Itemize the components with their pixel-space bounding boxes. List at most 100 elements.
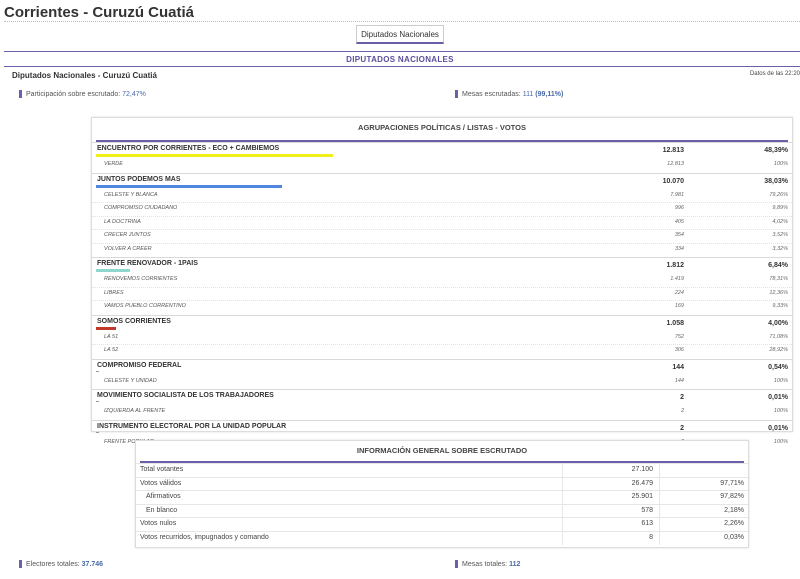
column-divider bbox=[659, 477, 660, 491]
total-tables-value: 112 bbox=[509, 560, 521, 568]
list-row: CRECER JUNTOS 354 3,52% bbox=[92, 229, 792, 243]
info-value: 26.479 bbox=[631, 479, 653, 487]
section-divider-bottom bbox=[4, 66, 800, 67]
results-panel: AGRUPACIONES POLÍTICAS / LISTAS - VOTOS … bbox=[91, 117, 793, 445]
list-percent: 3,32% bbox=[772, 245, 788, 252]
list-votes: 752 bbox=[674, 333, 684, 340]
list-row: CELESTE Y UNIDAD 144 100% bbox=[92, 375, 792, 389]
party-votes: 1.058 bbox=[666, 319, 684, 327]
party-percent: 0,01% bbox=[768, 424, 788, 432]
tables-counted-label: Mesas escrutadas: bbox=[462, 90, 521, 98]
row-separator bbox=[92, 242, 792, 244]
info-label: Votos válidos bbox=[140, 479, 182, 487]
party-votes: 144 bbox=[672, 363, 684, 371]
party-votes: 2 bbox=[680, 424, 684, 432]
list-row: LA 52 306 28,92% bbox=[92, 344, 792, 358]
info-value: 578 bbox=[641, 506, 653, 514]
party-percent: 0,01% bbox=[768, 394, 788, 401]
list-percent: 100% bbox=[773, 408, 788, 414]
column-divider bbox=[659, 491, 660, 504]
party-name: FRENTE RENOVADOR - 1PAIS bbox=[97, 260, 198, 267]
list-row: LA 51 752 71,08% bbox=[92, 331, 792, 345]
list-row: RENOVEMOS CORRIENTES 1.419 78,31% bbox=[92, 273, 792, 287]
list-votes: 354 bbox=[674, 232, 684, 238]
party-name: SOMOS CORRIENTES bbox=[97, 317, 171, 325]
party-name: MOVIMIENTO SOCIALISTA DE LOS TRABAJADORE… bbox=[97, 392, 274, 399]
party-name: JUNTOS PODEMOS MAS bbox=[97, 175, 181, 183]
party-share-bar bbox=[96, 370, 99, 372]
section-title: DIPUTADOS NACIONALES bbox=[346, 55, 454, 64]
column-divider bbox=[659, 518, 660, 531]
list-percent: 28,92% bbox=[769, 347, 788, 353]
stat-marker-icon bbox=[19, 560, 22, 568]
section-divider-top bbox=[4, 51, 800, 52]
info-row: Total votantes 27.100 bbox=[136, 463, 748, 477]
list-name: COMPROMISO CIUDADANO bbox=[104, 205, 178, 211]
list-votes: 7.981 bbox=[670, 191, 684, 198]
column-divider bbox=[659, 464, 660, 477]
party-share-bar bbox=[96, 184, 282, 188]
list-row: LA DOCTRINA 405 4,02% bbox=[92, 215, 792, 230]
total-tables-stat: Mesas totales: 112 bbox=[455, 560, 520, 568]
participation-stat: Participación sobre escrutado: 72,47% bbox=[19, 90, 146, 98]
list-percent: 78,31% bbox=[769, 276, 788, 282]
info-value: 613 bbox=[641, 520, 653, 527]
list-percent: 4,02% bbox=[772, 218, 788, 225]
list-percent: 100% bbox=[773, 161, 788, 167]
column-divider bbox=[562, 504, 563, 518]
list-name: CELESTE Y UNIDAD bbox=[104, 377, 157, 384]
total-electors-stat: Electores totales: 37.746 bbox=[19, 560, 103, 568]
list-percent: 100% bbox=[773, 438, 788, 445]
info-row: Votos válidos 26.479 97,71% bbox=[136, 476, 748, 491]
party-percent: 4,00% bbox=[768, 319, 788, 327]
list-name: LA 52 bbox=[104, 347, 119, 353]
party-percent: 0,54% bbox=[768, 363, 788, 371]
list-name: VOLVER A CREER bbox=[104, 245, 152, 252]
tab-diputados-nacionales[interactable]: Diputados Nacionales bbox=[356, 25, 444, 44]
list-percent: 79,26% bbox=[769, 191, 788, 198]
party-percent: 48,39% bbox=[764, 147, 788, 154]
list-row: VAMOS PUEBLO CORRENTINO 169 9,33% bbox=[92, 300, 792, 314]
party-percent: 38,03% bbox=[764, 177, 788, 185]
list-percent: 9,33% bbox=[772, 303, 788, 309]
results-header: AGRUPACIONES POLÍTICAS / LISTAS - VOTOS bbox=[96, 118, 788, 142]
row-separator bbox=[92, 202, 792, 203]
list-percent: 71,08% bbox=[769, 333, 788, 340]
row-separator bbox=[92, 215, 792, 217]
total-electors-label: Electores totales: bbox=[26, 560, 80, 568]
info-label: En blanco bbox=[146, 506, 178, 514]
stat-marker-icon bbox=[455, 90, 458, 98]
tab-bar: Diputados Nacionales bbox=[0, 24, 800, 44]
tables-counted-stat: Mesas escrutadas: 111 (99,11%) bbox=[455, 90, 563, 98]
list-name: CRECER JUNTOS bbox=[104, 232, 151, 238]
info-row: En blanco 578 2,18% bbox=[136, 503, 748, 518]
list-percent: 100% bbox=[773, 377, 788, 384]
party-name: INSTRUMENTO ELECTORAL POR LA UNIDAD POPU… bbox=[97, 422, 287, 430]
column-divider bbox=[562, 518, 563, 531]
list-votes: 144 bbox=[674, 377, 684, 384]
party-votes: 12.813 bbox=[662, 147, 684, 154]
info-label: Votos recurridos, impugnados y comando bbox=[140, 533, 269, 541]
party-share-bar bbox=[96, 154, 333, 157]
info-percent: 2,26% bbox=[724, 520, 744, 527]
row-separator bbox=[92, 344, 792, 345]
tables-counted-pct: (99,11%) bbox=[535, 90, 564, 98]
list-percent: 9,89% bbox=[772, 205, 788, 211]
info-percent: 97,82% bbox=[720, 493, 744, 500]
general-info-panel: INFORMACIÓN GENERAL SOBRE ESCRUTADO Tota… bbox=[135, 440, 749, 548]
total-tables-label: Mesas totales: bbox=[462, 560, 508, 568]
info-label: Votos nulos bbox=[140, 520, 177, 527]
info-label: Total votantes bbox=[140, 466, 184, 473]
data-timestamp: Datos de las 22:20 bbox=[749, 71, 800, 77]
info-value: 8 bbox=[649, 533, 653, 541]
total-electors-value: 37.746 bbox=[81, 560, 104, 568]
list-votes: 2 bbox=[680, 408, 684, 414]
info-percent: 2,18% bbox=[724, 506, 744, 514]
info-value: 25.901 bbox=[631, 493, 653, 500]
row-separator bbox=[92, 300, 792, 301]
page-title: Corrientes - Curuzú Cuatiá bbox=[4, 4, 195, 21]
column-divider bbox=[659, 531, 660, 545]
info-percent: 97,71% bbox=[720, 479, 744, 487]
info-label: Afirmativos bbox=[146, 493, 181, 500]
column-divider bbox=[562, 491, 563, 504]
